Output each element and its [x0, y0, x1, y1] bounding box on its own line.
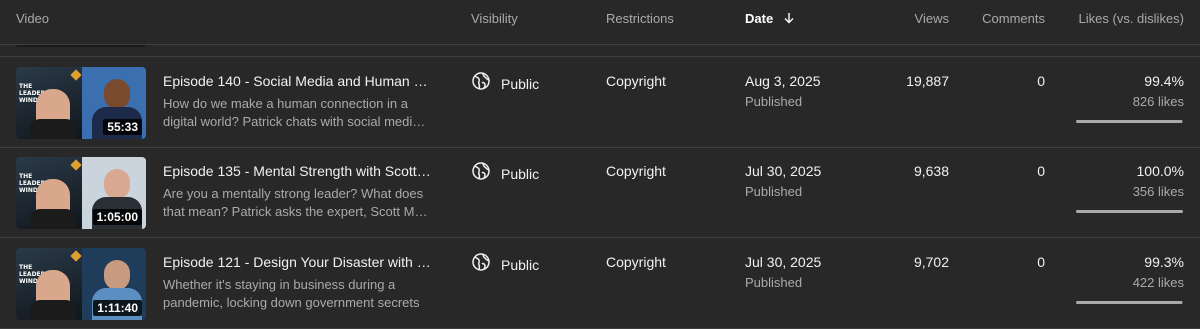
visibility-selector[interactable]: Public — [471, 161, 539, 186]
video-thumbnail[interactable]: THELEADERSHIPWINDOW 1:05:00 — [16, 157, 146, 229]
thumbnail-host-panel: THELEADERSHIPWINDOW — [16, 248, 82, 320]
visibility-label: Public — [501, 165, 540, 182]
likes-count: 356 likes — [1132, 184, 1184, 199]
video-thumbnail[interactable]: THELEADERSHIPWINDOW 1:11:40 — [16, 248, 146, 320]
likes-ratio-fill — [1076, 301, 1183, 304]
video-title[interactable]: Episode 135 - Mental Strength with Scott… — [163, 163, 431, 179]
video-title[interactable]: Episode 140 - Social Media and Human Con… — [163, 73, 431, 89]
comments-count: 0 — [1037, 254, 1045, 270]
column-header-likes[interactable]: Likes (vs. dislikes) — [1079, 11, 1184, 26]
video-description-line: pandemic, locking down government secret… — [163, 295, 420, 310]
publish-date: Aug 3, 2025 — [745, 73, 821, 89]
comments-count: 0 — [1037, 163, 1045, 179]
views-count: 9,702 — [913, 254, 949, 270]
publish-date: Jul 30, 2025 — [745, 163, 822, 179]
video-description: Whether it's staying in business during … — [163, 276, 431, 312]
column-header-comments[interactable]: Comments — [982, 11, 1045, 26]
thumbnail-guest-face — [104, 79, 130, 109]
comments-count: 0 — [1037, 73, 1045, 89]
likes-percentage: 99.3% — [1144, 254, 1184, 270]
likes-ratio-fill — [1076, 210, 1183, 213]
video-title[interactable]: Episode 121 - Design Your Disaster with … — [163, 254, 431, 270]
visibility-selector[interactable]: Public — [471, 252, 539, 277]
column-header-date-label: Date — [745, 11, 774, 26]
video-description-line: Whether it's staying in business during … — [163, 277, 396, 292]
thumbnail-host-shirt — [30, 119, 76, 139]
column-header-date[interactable]: Date — [745, 11, 795, 27]
video-thumbnail[interactable]: THELEADERSHIPWINDOW 55:33 — [16, 67, 146, 139]
globe-icon — [471, 71, 491, 96]
likes-count: 422 likes — [1132, 275, 1184, 290]
column-header-video[interactable]: Video — [16, 11, 49, 26]
thumbnail-guest-face — [104, 169, 130, 199]
thumbnail-host-shirt — [30, 209, 76, 229]
restriction-label[interactable]: Copyright — [606, 73, 666, 89]
video-description-line: How do we make a human connection in a — [163, 96, 408, 111]
publish-status: Published — [745, 275, 803, 290]
likes-ratio-fill — [1076, 120, 1183, 123]
likes-ratio-bar — [1076, 210, 1183, 213]
visibility-label: Public — [501, 75, 540, 92]
visibility-label: Public — [501, 256, 540, 273]
restriction-label[interactable]: Copyright — [606, 163, 666, 179]
views-count: 19,887 — [906, 73, 949, 89]
video-row[interactable]: THELEADERSHIPWINDOW 1:05:00 Episode 135 … — [0, 147, 1200, 238]
publish-date: Jul 30, 2025 — [745, 254, 822, 270]
arrow-down-icon — [783, 12, 795, 27]
visibility-selector[interactable]: Public — [471, 71, 539, 96]
likes-percentage: 100.0% — [1136, 163, 1184, 179]
thumbnail-host-panel: THELEADERSHIPWINDOW — [16, 157, 82, 229]
video-duration: 1:05:00 — [92, 209, 142, 225]
video-description: How do we make a human connection in a d… — [163, 95, 431, 131]
likes-ratio-bar — [1076, 301, 1183, 304]
column-header-visibility[interactable]: Visibility — [471, 11, 518, 26]
column-header-views[interactable]: Views — [915, 11, 949, 26]
globe-icon — [471, 161, 491, 186]
video-row[interactable]: THELEADERSHIPWINDOW 1:11:40 Episode 121 … — [0, 238, 1200, 329]
likes-percentage: 99.4% — [1144, 73, 1184, 89]
column-header-restrictions[interactable]: Restrictions — [606, 11, 674, 26]
likes-ratio-bar — [1076, 120, 1183, 123]
thumbnail-host-shirt — [30, 300, 76, 320]
likes-count: 826 likes — [1132, 94, 1184, 109]
video-description-line: digital world? Patrick chats with social… — [163, 114, 431, 129]
video-duration: 1:11:40 — [93, 300, 142, 316]
thumbnail-guest-face — [104, 260, 130, 290]
restriction-label[interactable]: Copyright — [606, 254, 666, 270]
video-description-line: that mean? Patrick asks the expert, Scot… — [163, 204, 431, 219]
publish-status: Published — [745, 94, 803, 109]
video-description: Are you a mentally strong leader? What d… — [163, 185, 431, 221]
table-header: Video Visibility Restrictions Date Views… — [0, 0, 1200, 45]
video-row[interactable]: THELEADERSHIPWINDOW 55:33 Episode 140 - … — [0, 56, 1200, 148]
video-description-line: Are you a mentally strong leader? What d… — [163, 186, 424, 201]
publish-status: Published — [745, 184, 803, 199]
thumbnail-host-panel: THELEADERSHIPWINDOW — [16, 67, 82, 139]
video-duration: 55:33 — [103, 119, 142, 135]
globe-icon — [471, 252, 491, 277]
views-count: 9,638 — [913, 163, 949, 179]
